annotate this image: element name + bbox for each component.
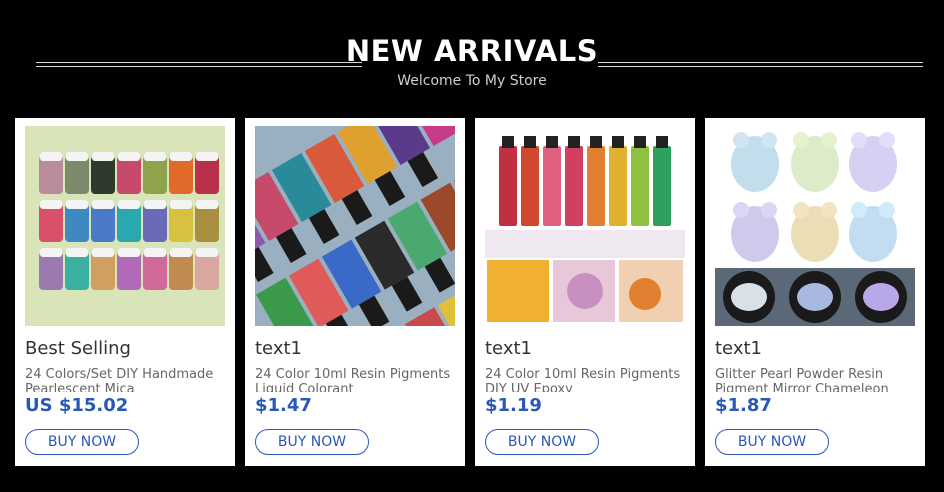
glitter-bears-and-powder-image [715, 126, 915, 326]
section-subtitle: Welcome To My Store [397, 73, 547, 89]
store-header: NEW ARRIVALS Welcome To My Store [0, 0, 944, 110]
product-card[interactable]: text1 24 Color 10ml Resin Pigments Liqui… [245, 118, 465, 466]
resin-pigment-dropper-bottles-image [255, 126, 455, 326]
pearlescent-mica-bottles-image [25, 126, 225, 326]
buy-now-button[interactable]: BUY NOW [255, 429, 369, 455]
product-card[interactable]: Best Selling 24 Colors/Set DIY Handmade … [15, 118, 235, 466]
product-name[interactable]: text1 [485, 338, 690, 359]
section-title: NEW ARRIVALS [345, 34, 599, 68]
product-card[interactable]: text1 Glitter Pearl Powder Resin Pigment… [705, 118, 925, 466]
buy-now-button[interactable]: BUY NOW [715, 429, 829, 455]
resin-pigment-bottles-and-candles-image [485, 126, 685, 326]
product-image[interactable] [25, 126, 225, 326]
product-name[interactable]: text1 [255, 338, 460, 359]
product-name[interactable]: Best Selling [25, 338, 230, 359]
product-description[interactable]: 24 Color 10ml Resin Pigments DIY UV Epox… [485, 367, 690, 392]
product-description[interactable]: 24 Color 10ml Resin Pigments Liquid Colo… [255, 367, 460, 392]
product-price: US $15.02 [25, 395, 129, 416]
product-price: $1.87 [715, 395, 772, 416]
product-price: $1.47 [255, 395, 312, 416]
product-name[interactable]: text1 [715, 338, 920, 359]
buy-now-button[interactable]: BUY NOW [25, 429, 139, 455]
product-image[interactable] [715, 126, 915, 326]
product-card[interactable]: text1 24 Color 10ml Resin Pigments DIY U… [475, 118, 695, 466]
product-description[interactable]: 24 Colors/Set DIY Handmade Pearlescent M… [25, 367, 230, 392]
product-image[interactable] [485, 126, 685, 326]
product-description[interactable]: Glitter Pearl Powder Resin Pigment Mirro… [715, 367, 920, 392]
buy-now-button[interactable]: BUY NOW [485, 429, 599, 455]
product-price: $1.19 [485, 395, 542, 416]
product-image[interactable] [255, 126, 455, 326]
